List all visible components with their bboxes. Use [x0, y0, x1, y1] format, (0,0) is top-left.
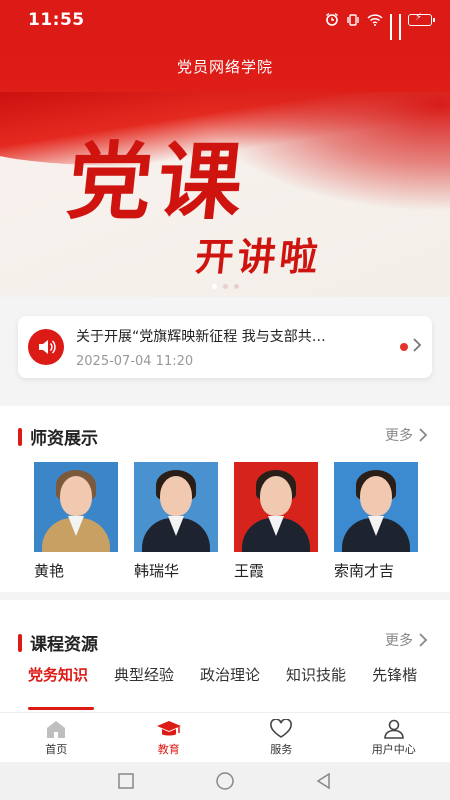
notice-headline: 关于开展“党旗辉映新征程 我与支部共… — [76, 328, 326, 345]
tab-party-affairs[interactable]: 党务知识 — [28, 664, 88, 685]
course-tabs: 党务知识 典型经验 政治理论 知识技能 先锋楷 — [28, 664, 443, 685]
signal-icon-2 — [399, 14, 401, 54]
system-navigation-bar — [0, 762, 450, 800]
teachers-more-link[interactable]: 更多 — [385, 425, 428, 445]
nav-home[interactable]: 首页 — [0, 713, 113, 762]
bottom-navigation: 首页 教育 服务 用户中心 — [0, 712, 450, 762]
app-bar: 党员网络学院 — [0, 40, 450, 92]
alarm-icon — [325, 11, 339, 30]
teacher-photo — [334, 462, 418, 552]
teacher-card[interactable]: 索南才吉 — [334, 462, 418, 581]
teacher-photo — [234, 462, 318, 552]
teacher-card[interactable]: 韩瑞华 — [134, 462, 218, 581]
more-label: 更多 — [385, 428, 413, 444]
teachers-list: 黄艳 韩瑞华 王霞 索南才吉 — [34, 462, 418, 581]
chevron-right-icon[interactable] — [412, 337, 422, 358]
status-time: 11:55 — [28, 10, 85, 30]
nav-education[interactable]: 教育 — [113, 713, 226, 762]
chevron-right-icon — [419, 633, 428, 647]
user-icon — [383, 719, 404, 739]
banner-title-big: 党课 — [62, 132, 254, 231]
teachers-section-title: 师资展示 — [30, 429, 98, 449]
tab-knowledge-skills[interactable]: 知识技能 — [286, 664, 346, 685]
courses-section-header: 课程资源 — [18, 630, 98, 655]
teacher-name: 王霞 — [234, 562, 265, 580]
teacher-photo — [34, 462, 118, 552]
courses-section — [0, 600, 450, 712]
nav-user-center[interactable]: 用户中心 — [338, 713, 450, 762]
carousel-dot — [211, 284, 217, 289]
status-bar: 11:55 — [0, 0, 450, 54]
teacher-photo — [134, 462, 218, 552]
signal-icon — [390, 14, 392, 54]
section-accent-bar — [18, 633, 22, 652]
carousel-dots — [0, 284, 450, 289]
wifi-icon — [367, 11, 383, 30]
banner-carousel[interactable]: 党课 开讲啦 — [0, 92, 450, 297]
page-title: 党员网络学院 — [176, 57, 273, 76]
nav-label: 服务 — [270, 742, 293, 756]
nav-label: 教育 — [157, 742, 180, 756]
speaker-icon — [28, 329, 64, 365]
carousel-dot — [233, 284, 239, 289]
battery-icon — [408, 12, 435, 26]
teacher-name: 黄艳 — [34, 562, 65, 580]
teacher-card[interactable]: 黄艳 — [34, 462, 118, 581]
home-icon — [47, 720, 66, 738]
more-label: 更多 — [385, 633, 413, 649]
notice-card[interactable]: 关于开展“党旗辉映新征程 我与支部共… 2025-07-04 11:20 — [18, 316, 432, 378]
tab-typical-experience[interactable]: 典型经验 — [114, 664, 174, 685]
nav-service[interactable]: 服务 — [225, 713, 338, 762]
teacher-name: 韩瑞华 — [134, 562, 180, 580]
teacher-name: 索南才吉 — [334, 562, 395, 580]
graduation-cap-icon — [156, 720, 181, 735]
status-icons — [325, 11, 435, 54]
recent-apps-icon[interactable] — [117, 772, 135, 790]
vibrate-icon — [346, 11, 360, 30]
tab-pioneer[interactable]: 先锋楷 — [372, 664, 417, 685]
courses-section-title: 课程资源 — [30, 635, 98, 655]
unread-dot — [400, 343, 408, 351]
section-accent-bar — [18, 427, 22, 446]
active-tab-indicator — [28, 707, 94, 710]
banner-title-small: 开讲啦 — [193, 234, 325, 279]
notice-date: 2025-07-04 11:20 — [76, 353, 194, 369]
carousel-dot — [222, 284, 228, 289]
courses-more-link[interactable]: 更多 — [385, 630, 428, 650]
chevron-right-icon — [419, 428, 428, 442]
nav-label: 首页 — [45, 742, 68, 756]
tab-political-theory[interactable]: 政治理论 — [200, 664, 260, 685]
teacher-card[interactable]: 王霞 — [234, 462, 318, 581]
nav-label: 用户中心 — [371, 742, 416, 756]
back-icon[interactable] — [315, 772, 333, 790]
heart-icon — [270, 718, 293, 738]
home-button-icon[interactable] — [215, 771, 235, 791]
teachers-section-header: 师资展示 — [18, 424, 98, 449]
